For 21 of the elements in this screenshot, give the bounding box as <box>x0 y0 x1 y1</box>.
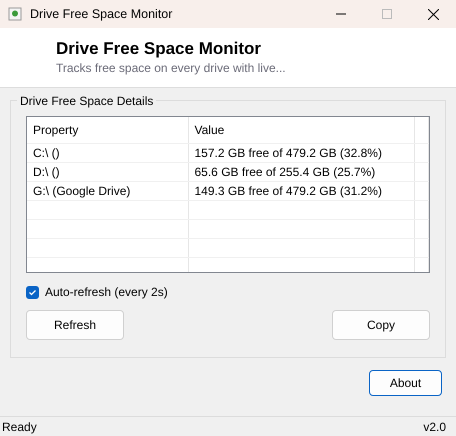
table-cell: 157.2 GB free of 479.2 GB (32.8%) <box>188 143 414 162</box>
about-button[interactable]: About <box>369 370 442 396</box>
auto-refresh-checkbox[interactable]: Auto-refresh (every 2s) <box>26 283 168 301</box>
table-cell: 65.6 GB free of 255.4 GB (25.7%) <box>188 162 414 181</box>
column-header[interactable]: Value <box>188 117 414 143</box>
table-cell: D:\ () <box>27 162 188 181</box>
header-subtitle: Tracks free space on every drive with live... <box>56 60 287 78</box>
close-icon <box>428 8 438 20</box>
column-header[interactable]: Property <box>27 117 188 143</box>
maximize-icon <box>382 9 392 19</box>
checkmark-icon <box>28 288 37 296</box>
table-cell: G:\ (Google Drive) <box>27 181 188 200</box>
table-cell: 149.3 GB free of 479.2 GB (31.2%) <box>188 181 414 200</box>
window-title: Drive Free Space Monitor <box>30 6 172 23</box>
app-icon <box>8 7 22 21</box>
action-button[interactable]: Copy <box>332 310 430 340</box>
table-cell: C:\ () <box>27 143 188 162</box>
status-text: Ready <box>2 418 37 436</box>
version-label: v2.0 <box>423 418 446 436</box>
action-button[interactable]: Refresh <box>26 310 124 340</box>
header-title: Drive Free Space Monitor <box>56 39 262 60</box>
